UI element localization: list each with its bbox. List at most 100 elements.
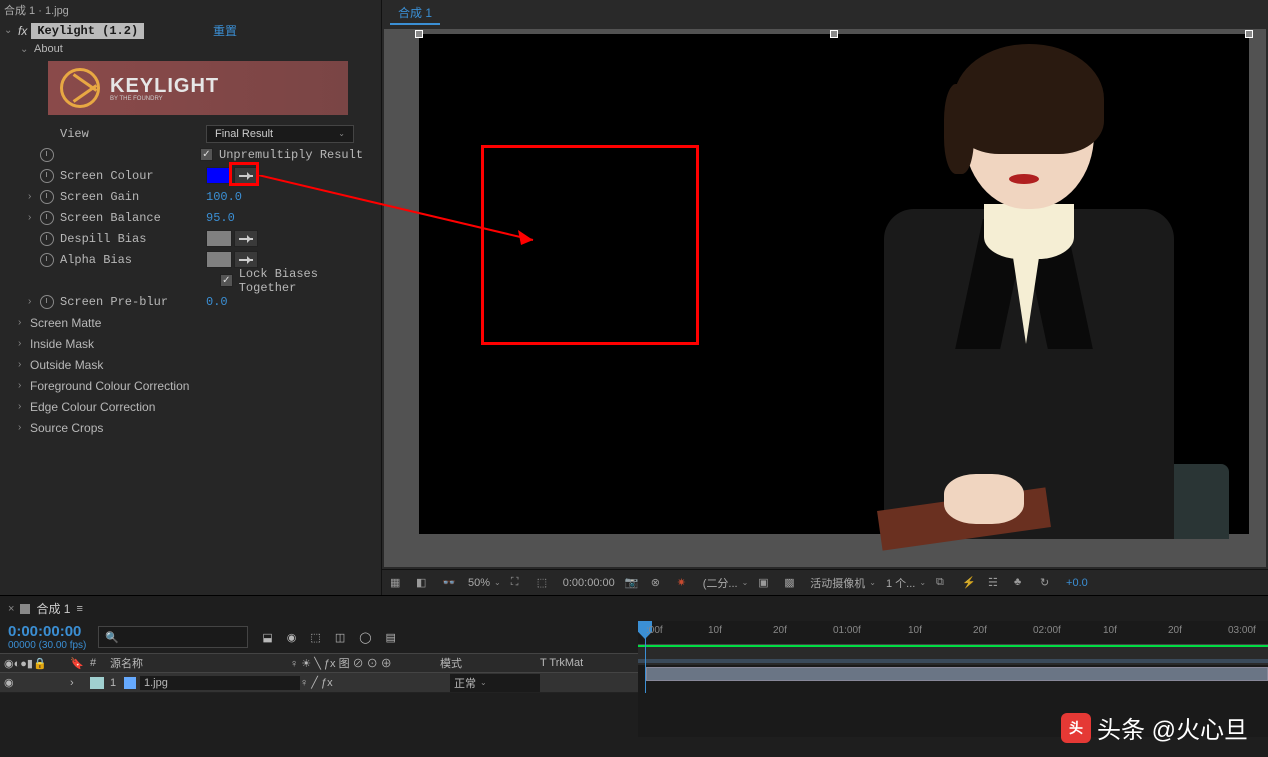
exposure-value[interactable]: +0.0: [1066, 577, 1088, 589]
layer-av-toggles[interactable]: ◉: [0, 676, 70, 689]
stopwatch-icon[interactable]: [40, 190, 54, 204]
section-source-crops[interactable]: Source Crops: [30, 421, 103, 435]
shy-icon[interactable]: ⬚: [310, 631, 320, 644]
source-name-header[interactable]: 源名称: [110, 655, 290, 671]
pixel-aspect-icon[interactable]: ⧉: [936, 576, 952, 590]
chevron-right-icon[interactable]: ›: [28, 296, 40, 307]
about-label: About: [34, 43, 63, 55]
timeline-icon[interactable]: ☵: [988, 576, 1004, 590]
draft3d-icon[interactable]: ◉: [287, 631, 297, 644]
screen-preblur-label: Screen Pre-blur: [60, 295, 206, 309]
reset-exposure-icon[interactable]: ↻: [1040, 576, 1056, 590]
stopwatch-icon[interactable]: [40, 295, 54, 309]
ruler-tick: 20f: [1168, 625, 1182, 636]
layer-switches[interactable]: ♀ ╱ ƒx: [300, 676, 450, 689]
chevron-right-icon[interactable]: ›: [28, 212, 40, 223]
motion-blur-icon[interactable]: ◯: [359, 631, 371, 644]
eyedropper-button[interactable]: [234, 251, 258, 268]
stopwatch-icon[interactable]: [40, 253, 54, 267]
layer-color-label[interactable]: [90, 677, 104, 689]
composition-viewport[interactable]: [384, 29, 1266, 567]
trkmat-header[interactable]: T TrkMat: [540, 657, 583, 669]
safezone-icon[interactable]: ⬚: [537, 576, 553, 590]
watermark: 头 头条 @火心旦: [1061, 710, 1248, 745]
unpremultiply-checkbox[interactable]: ✓: [200, 148, 213, 161]
resolution-dropdown[interactable]: (二分...⌄: [703, 575, 749, 591]
layer-duration-bar[interactable]: [646, 667, 1268, 681]
camera-dropdown[interactable]: 活动摄像机⌄: [810, 575, 876, 591]
panel-menu-icon[interactable]: ≡: [76, 603, 82, 615]
chevron-right-icon[interactable]: ›: [28, 191, 40, 202]
chevron-right-icon[interactable]: ›: [18, 422, 30, 433]
section-screen-matte[interactable]: Screen Matte: [30, 316, 101, 330]
layer-name[interactable]: 1.jpg: [140, 676, 300, 690]
chevron-right-icon[interactable]: ›: [18, 317, 30, 328]
eyedropper-button[interactable]: [234, 230, 258, 247]
effect-name[interactable]: Keylight (1.2): [31, 23, 144, 39]
stopwatch-icon[interactable]: [40, 211, 54, 225]
toggle-icon[interactable]: ◧: [416, 576, 432, 590]
switches-header: ♀ ☀ ╲ ƒx 图 ⊘ ⊙ ⊕: [290, 655, 440, 671]
chevron-right-icon[interactable]: ›: [18, 380, 30, 391]
timeline-search[interactable]: 🔍: [98, 626, 248, 648]
timeline-tab[interactable]: 合成 1: [36, 600, 70, 617]
zoom-dropdown[interactable]: 50%⌄: [468, 577, 501, 589]
screen-balance-value[interactable]: 95.0: [206, 211, 235, 225]
screen-balance-label: Screen Balance: [60, 211, 206, 225]
screen-colour-swatch[interactable]: [206, 167, 232, 184]
mask-icon[interactable]: 👓: [442, 576, 458, 590]
work-area-bar[interactable]: [638, 659, 1268, 663]
reset-link[interactable]: 重置: [213, 22, 237, 39]
stopwatch-icon[interactable]: [40, 232, 54, 246]
selection-handle[interactable]: [415, 30, 423, 38]
current-time[interactable]: 0:00:00:00: [563, 577, 615, 589]
chevron-down-icon[interactable]: ⌄: [20, 44, 28, 55]
layer-expand[interactable]: ›: [70, 677, 90, 689]
close-icon[interactable]: ×: [8, 603, 14, 615]
mode-header[interactable]: 模式: [440, 655, 540, 671]
chevron-right-icon[interactable]: ›: [18, 401, 30, 412]
aspect-icon[interactable]: ⛶: [511, 576, 527, 590]
frame-blend-icon[interactable]: ◫: [335, 631, 345, 644]
lock-biases-label: Lock Biases Together: [239, 267, 381, 295]
stopwatch-icon[interactable]: [40, 169, 54, 183]
views-dropdown[interactable]: 1 个...⌄: [886, 575, 926, 591]
grid-icon[interactable]: ▦: [390, 576, 406, 590]
ruler-tick: :00f: [646, 625, 663, 636]
eyedropper-button[interactable]: [234, 167, 258, 184]
transparency-icon[interactable]: ▩: [784, 576, 800, 590]
comp-mini-flowchart-icon[interactable]: ⬓: [262, 631, 272, 644]
section-inside-mask[interactable]: Inside Mask: [30, 337, 94, 351]
layer-row[interactable]: ◉ › 1 1.jpg ♀ ╱ ƒx 正常⌄: [0, 673, 638, 693]
graph-editor-icon[interactable]: ▤: [386, 631, 396, 644]
composition-tab[interactable]: 合成 1: [390, 2, 440, 25]
chevron-down-icon[interactable]: ⌄: [4, 25, 12, 36]
fast-preview-icon[interactable]: ⚡: [962, 576, 978, 590]
screen-colour-label: Screen Colour: [60, 169, 206, 183]
lock-biases-checkbox[interactable]: ✓: [220, 274, 233, 287]
ruler-tick: 10f: [708, 625, 722, 636]
flowchart-icon[interactable]: ♣: [1014, 576, 1030, 590]
roi-icon[interactable]: ▣: [758, 576, 774, 590]
screen-gain-value[interactable]: 100.0: [206, 190, 242, 204]
section-fg-colour-correction[interactable]: Foreground Colour Correction: [30, 379, 189, 393]
despill-swatch[interactable]: [206, 230, 232, 247]
snapshot-icon[interactable]: 📷: [625, 576, 641, 590]
keylight-logo: KEYLIGHT BY THE FOUNDRY: [48, 61, 348, 115]
time-ruler[interactable]: :00f 10f 20f 01:00f 10f 20f 02:00f 10f 2…: [638, 621, 1268, 645]
blend-mode-dropdown[interactable]: 正常⌄: [450, 674, 540, 692]
section-outside-mask[interactable]: Outside Mask: [30, 358, 103, 372]
timeline-timecode[interactable]: 0:00:00:00: [8, 623, 86, 640]
alpha-bias-swatch[interactable]: [206, 251, 232, 268]
chevron-right-icon[interactable]: ›: [18, 338, 30, 349]
screen-preblur-value[interactable]: 0.0: [206, 295, 228, 309]
view-dropdown[interactable]: Final Result ⌄: [206, 125, 354, 143]
chevron-right-icon[interactable]: ›: [18, 359, 30, 370]
channel-icon[interactable]: ⊗: [651, 576, 667, 590]
section-edge-colour-correction[interactable]: Edge Colour Correction: [30, 400, 155, 414]
selection-handle[interactable]: [1245, 30, 1253, 38]
fx-badge-icon[interactable]: fx: [18, 24, 27, 38]
stopwatch-icon[interactable]: [40, 148, 54, 162]
selection-handle[interactable]: [830, 30, 838, 38]
color-mgmt-icon[interactable]: ✷: [677, 576, 693, 590]
